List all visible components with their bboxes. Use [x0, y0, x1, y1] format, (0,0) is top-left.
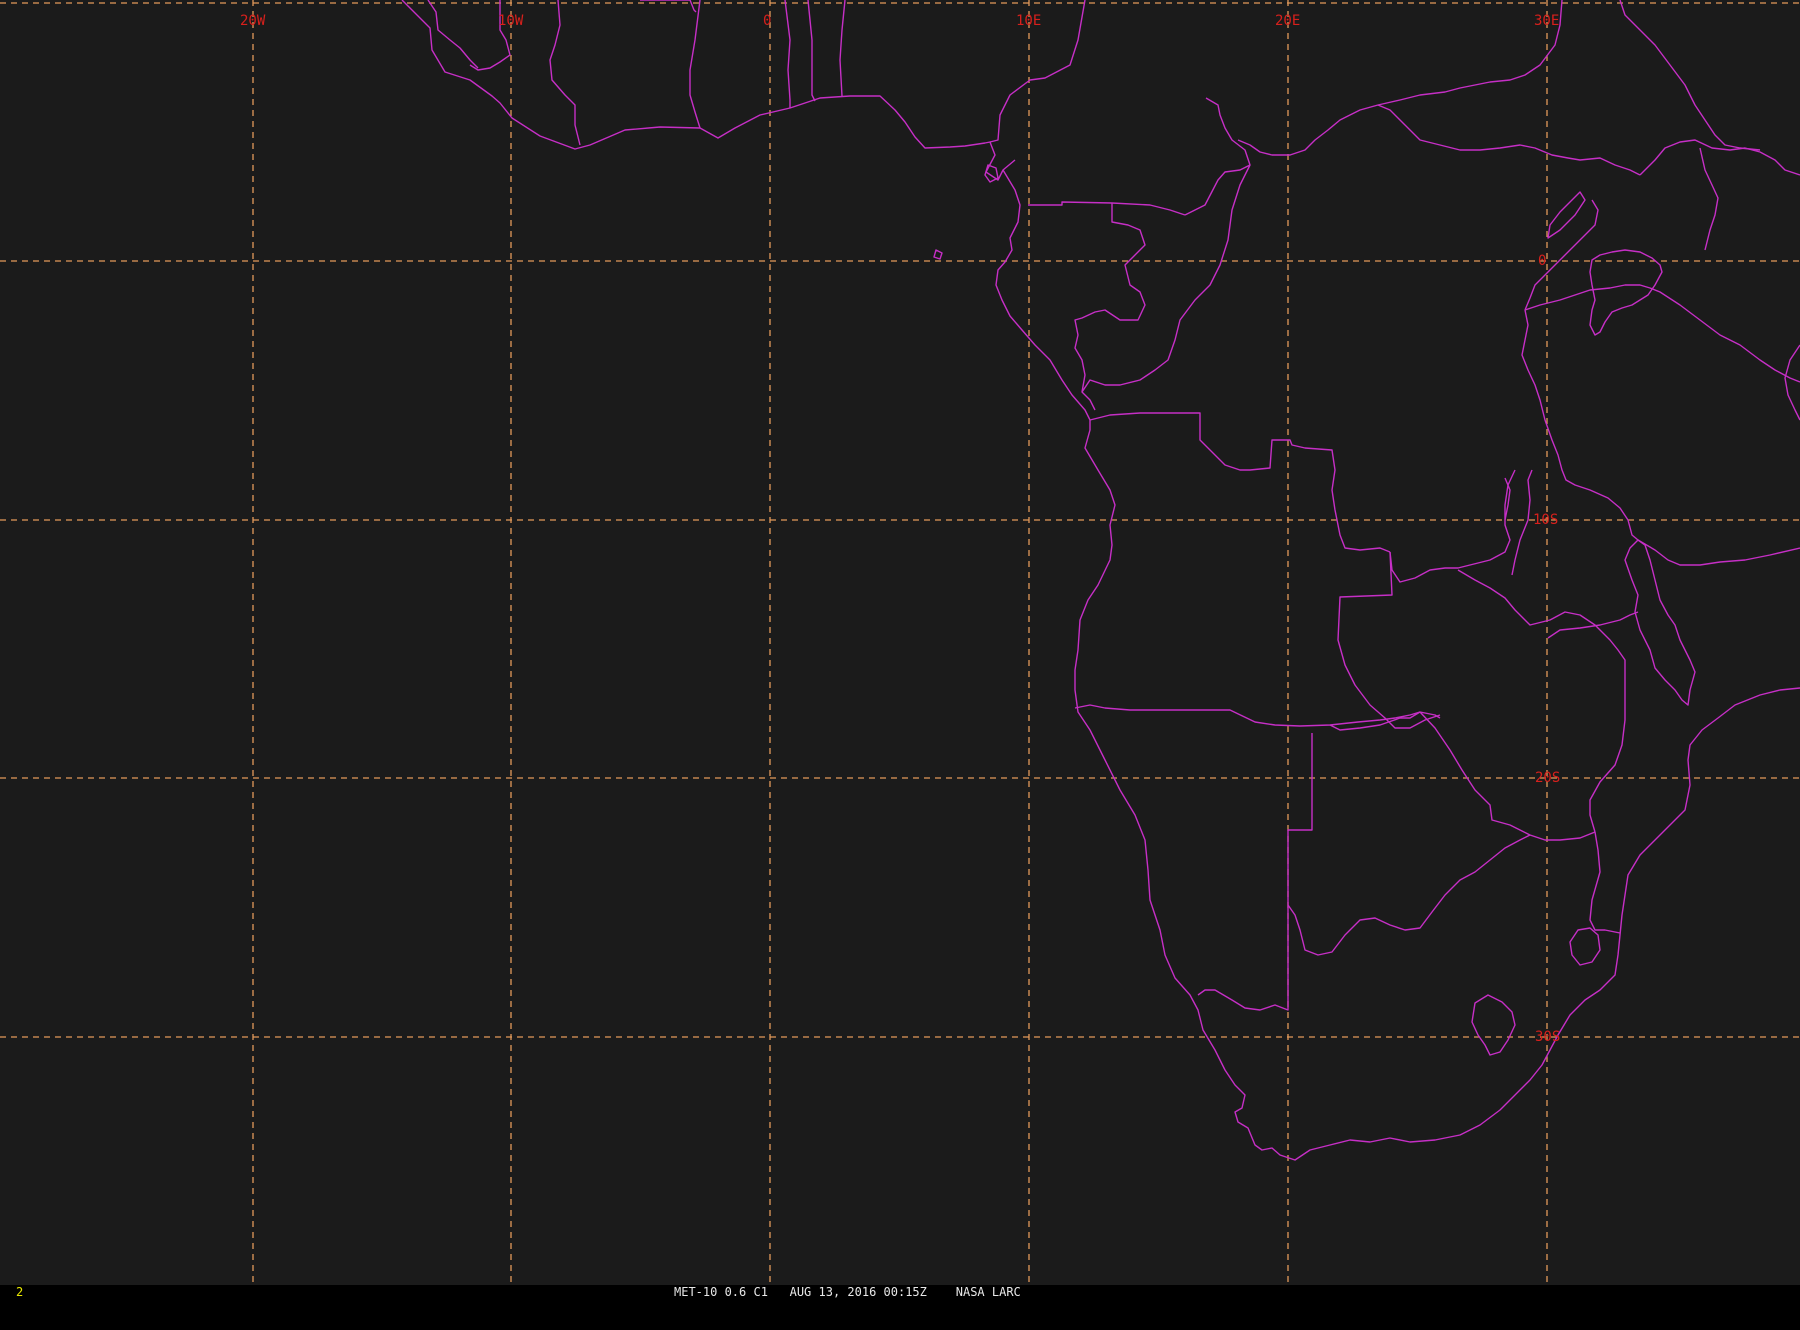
border-lesotho [1471, 994, 1516, 1056]
border-togo-benin [807, 0, 816, 102]
border-west-africa-b [469, 0, 511, 71]
image-caption: MET-10 0.6 C1 AUG 13, 2016 00:15Z NASA L… [674, 1285, 1021, 1299]
border-mozambique-zambia [1547, 611, 1639, 639]
border-congo-drc [1184, 97, 1251, 216]
border-tanzania-east [1637, 539, 1800, 566]
border-west-africa-c [549, 0, 581, 146]
border-ethiopia-somalia [1619, 0, 1761, 151]
graticule-labels: 20W 10W 0 10E 20E 30E 0 10S 20S 30S [240, 13, 1560, 1045]
border-angola-east [1337, 551, 1441, 729]
map-canvas: 20W 10W 0 10E 20E 30E 0 10S 20S 30S [0, 0, 1800, 1285]
border-kenya-east [1699, 147, 1719, 251]
lon-label-0: 0 [763, 13, 771, 29]
satellite-image-viewport: 20W 10W 0 10E 20E 30E 0 10S 20S 30S [0, 0, 1800, 1285]
border-drc-west [1081, 164, 1251, 393]
lon-label-20e: 20E [1275, 13, 1300, 29]
frame-number: 2 [16, 1285, 24, 1299]
country-borders [401, 0, 1800, 1161]
lat-label-10s: 10S [1533, 512, 1558, 528]
border-tanzania-west [1524, 284, 1800, 383]
border-benin-nigeria [839, 0, 846, 97]
border-west-africa-d [640, 0, 697, 13]
lat-label-20s: 20S [1535, 770, 1560, 786]
border-lake-victoria [1589, 249, 1663, 336]
border-angola-namibia [1074, 704, 1421, 727]
status-bar: 2 MET-10 0.6 C1 AUG 13, 2016 00:15Z NASA… [0, 1285, 1800, 1300]
border-zambia-zimbabwe [1457, 569, 1626, 833]
border-sao-tome [933, 249, 943, 260]
coastline-west-africa [401, 0, 1016, 181]
border-angola-zambia [1389, 469, 1516, 583]
border-namibia-botswana [1197, 733, 1313, 1011]
border-gabon-congo [1074, 203, 1146, 411]
lon-label-10e: 10E [1016, 13, 1041, 29]
border-botswana-south-africa [1287, 834, 1531, 956]
border-ghana-east [784, 0, 791, 108]
border-ethiopia-kenya [1639, 139, 1800, 176]
graticule [0, 0, 1800, 1285]
border-south-sudan [1377, 104, 1641, 176]
lat-label-30s: 30S [1535, 1029, 1560, 1045]
border-drc-east [1511, 469, 1533, 576]
lat-label-0: 0 [1538, 253, 1546, 269]
border-uganda-drc [1524, 199, 1599, 311]
border-west-africa-a [427, 0, 479, 69]
border-botswana-zimbabwe [1419, 711, 1596, 841]
border-bioko [984, 164, 999, 183]
border-lake-tanganyika [1521, 309, 1639, 541]
border-lake-albert [1547, 191, 1586, 239]
border-swaziland [1569, 927, 1601, 966]
lon-label-30e: 30E [1534, 13, 1559, 29]
border-angola-drc-north [1089, 412, 1391, 553]
lon-label-20w: 20W [240, 13, 266, 29]
border-kenya-somalia [1784, 344, 1800, 421]
border-zimbabwe-mozambique [1589, 831, 1621, 934]
border-ghana-west [689, 0, 701, 129]
border-cameroon-gabon [1028, 201, 1186, 216]
lon-label-10w: 10W [498, 13, 524, 29]
